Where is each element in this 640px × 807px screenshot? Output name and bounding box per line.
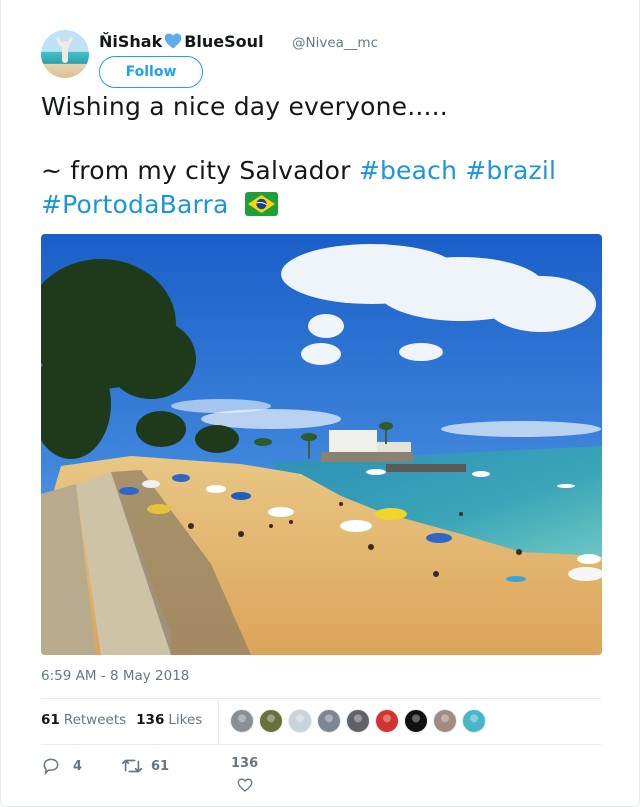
divider-top	[41, 698, 601, 699]
tweet-line-2-text: ~ from my city Salvador	[41, 156, 351, 185]
avatar-beach-icon[interactable]	[462, 709, 486, 733]
follow-button[interactable]: Follow	[99, 56, 203, 88]
retweet-button[interactable]: 61	[121, 756, 169, 776]
avatar-man-cap-icon[interactable]	[317, 709, 341, 733]
author-name-part2: BlueSoul	[184, 31, 264, 51]
tweet-card: ŇiShak BlueSoul @Nivea__mc Follow Wishin…	[0, 0, 640, 807]
retweet-count: 61	[151, 758, 170, 774]
retweets-label: Retweets	[63, 712, 127, 728]
blue-heart-icon	[164, 33, 182, 49]
beach-photo-image	[41, 234, 602, 655]
author-name-part1: ŇiShak	[99, 31, 163, 51]
tweet-text: Wishing a nice day everyone..... ~ from …	[41, 90, 611, 222]
likers-avatars	[230, 709, 491, 733]
avatar-grey-figure-icon[interactable]	[230, 709, 254, 733]
tweet-line-1: Wishing a nice day everyone.....	[41, 92, 448, 121]
retweets-stat[interactable]: 61 Retweets	[41, 712, 126, 728]
tweet-stats: 61 Retweets 136 Likes	[41, 712, 212, 728]
author-name[interactable]: ŇiShak BlueSoul	[99, 31, 264, 51]
retweet-icon	[122, 759, 142, 773]
like-button[interactable]: 136	[231, 756, 258, 794]
brazil-flag-icon	[244, 192, 278, 216]
avatar-man-olive-icon[interactable]	[259, 709, 283, 733]
avatar-default-icon[interactable]	[288, 709, 312, 733]
author-handle[interactable]: @Nivea__mc	[292, 35, 378, 51]
like-count: 136	[231, 756, 259, 771]
likes-stat[interactable]: 136 Likes	[136, 712, 202, 728]
likes-label: Likes	[168, 712, 203, 728]
stats-separator	[218, 700, 219, 745]
likes-count: 136	[136, 712, 165, 728]
avatar-black-round-icon[interactable]	[404, 709, 428, 733]
avatar-red-art-icon[interactable]	[375, 709, 399, 733]
reply-count: 4	[73, 758, 83, 774]
avatar-mono-icon[interactable]	[346, 709, 370, 733]
tweet-line-3: #PortodaBarra	[41, 188, 611, 222]
tweet-line-2: ~ from my city Salvador #beach #brazil	[41, 154, 611, 188]
tweet-photo-beach[interactable]	[41, 234, 602, 655]
author-avatar[interactable]	[41, 30, 89, 78]
hashtag-portodabarra[interactable]: #PortodaBarra	[41, 190, 229, 219]
retweets-count: 61	[41, 712, 60, 728]
hashtag-brazil[interactable]: #brazil	[465, 156, 556, 185]
reply-icon	[43, 758, 59, 776]
heart-icon	[237, 778, 252, 792]
hashtag-beach[interactable]: #beach	[359, 156, 457, 185]
tweet-timestamp[interactable]: 6:59 AM - 8 May 2018	[41, 668, 189, 684]
reply-button[interactable]: 4	[41, 756, 82, 776]
divider-bottom	[41, 744, 601, 745]
avatar-person-icon[interactable]	[433, 709, 457, 733]
